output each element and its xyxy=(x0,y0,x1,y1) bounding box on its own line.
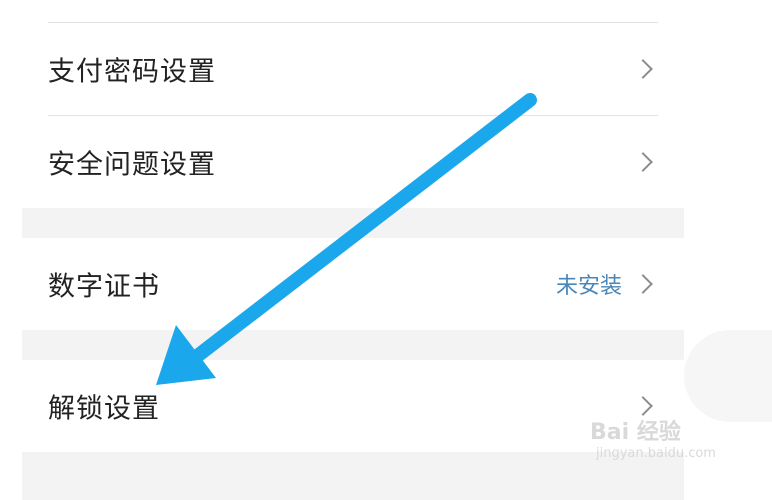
floating-button-shadow xyxy=(684,330,772,422)
row-label: 数字证书 xyxy=(48,271,160,303)
watermark-text: Bai 经验 xyxy=(590,420,681,445)
row-security-question[interactable]: 安全问题设置 xyxy=(22,116,684,208)
section-gap xyxy=(22,330,684,360)
watermark-url: jingyan.baidu.com xyxy=(596,446,716,461)
settings-screen: 支付密码设置 安全问题设置 数字证书 未安装 解锁设置 Bai 经验 jingy… xyxy=(0,0,772,500)
chevron-right-icon xyxy=(633,59,653,79)
section-gap xyxy=(22,452,684,500)
row-unlock-settings[interactable]: 解锁设置 xyxy=(22,360,684,452)
baidu-jingyan-watermark: Bai 经验 jingyan.baidu.com xyxy=(590,414,740,470)
row-label: 安全问题设置 xyxy=(48,149,216,181)
chevron-right-icon xyxy=(633,396,653,416)
row-label: 解锁设置 xyxy=(48,393,160,425)
chevron-right-icon xyxy=(633,274,653,294)
section-gap xyxy=(22,208,684,238)
chevron-right-icon xyxy=(633,152,653,172)
row-digital-certificate[interactable]: 数字证书 未安装 xyxy=(22,238,684,330)
row-payment-password[interactable]: 支付密码设置 xyxy=(22,23,684,115)
certificate-status: 未安装 xyxy=(555,274,622,299)
row-label: 支付密码设置 xyxy=(48,56,216,88)
